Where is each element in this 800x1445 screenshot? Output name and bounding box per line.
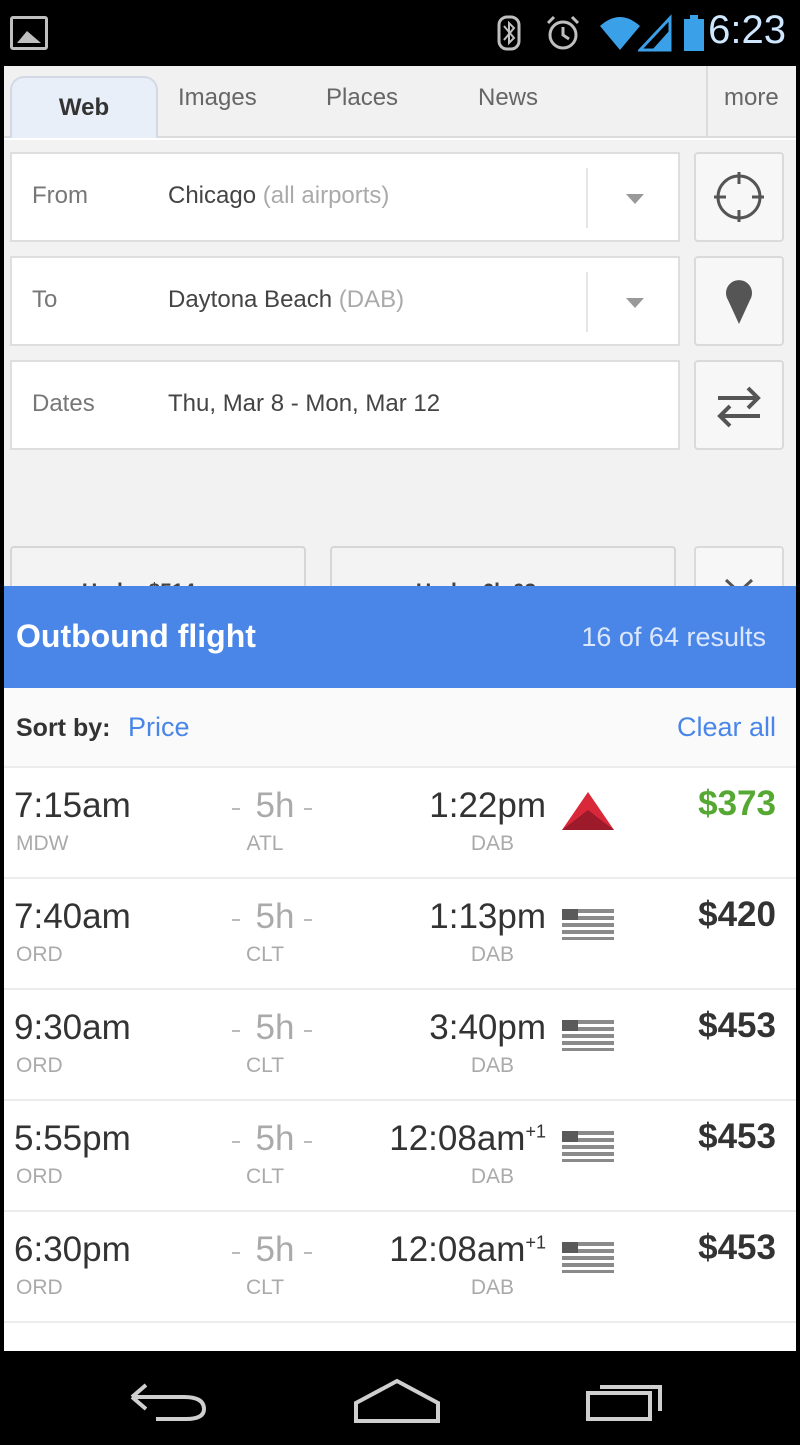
us-airways-logo-icon (562, 1020, 614, 1051)
departure-time: 9:30am (14, 1008, 131, 1047)
stopover-airport: CLT (245, 1276, 285, 1299)
departure-airport: ORD (16, 1054, 63, 1077)
arrival-airport: DAB (470, 1165, 514, 1188)
tab-news[interactable]: News (478, 84, 538, 112)
departure-time: 7:40am (14, 897, 131, 936)
us-airways-logo-icon (562, 1131, 614, 1162)
departure-time: 7:15am (14, 786, 131, 825)
sort-row: Sort by: Price Clear all (4, 688, 796, 768)
arrival-airport: DAB (470, 943, 514, 966)
price: $453 (698, 1006, 776, 1045)
outbound-header: Outbound flight 16 of 64 results (4, 586, 796, 688)
duration: 5h (230, 1119, 320, 1159)
signal-icon (638, 14, 672, 52)
duration: 5h (230, 1008, 320, 1048)
tab-more[interactable]: more (724, 84, 779, 112)
outbound-title: Outbound flight (16, 618, 256, 654)
arrival-time: 3:40pm (429, 1008, 546, 1047)
arrival-airport: DAB (470, 1054, 514, 1077)
flight-row[interactable]: 5:55pm ORD 5h CLT 12:08am+1 DAB $453 (4, 1101, 796, 1212)
departure-airport: ORD (16, 1165, 63, 1188)
dates-label: Dates (32, 390, 95, 417)
arrival-airport: DAB (470, 1276, 514, 1299)
navigation-bar (0, 1351, 800, 1445)
departure-airport: MDW (16, 832, 69, 855)
stopover-airport: CLT (245, 1054, 285, 1077)
flight-row-partial[interactable] (4, 1323, 796, 1351)
home-icon[interactable] (352, 1377, 442, 1425)
status-bar: 6:23 (0, 0, 800, 66)
notification-image-icon (10, 16, 48, 50)
bluetooth-icon (497, 15, 521, 51)
arrival-time: 12:08am+1 (389, 1119, 546, 1158)
results-count: 16 of 64 results (581, 622, 766, 652)
us-airways-logo-icon (562, 1242, 614, 1273)
status-time: 6:23 (708, 8, 786, 52)
sort-price-link[interactable]: Price (128, 712, 190, 743)
duration: 5h (230, 1230, 320, 1270)
price: $453 (698, 1117, 776, 1156)
arrival-time: 12:08am+1 (389, 1230, 546, 1269)
dates-value: Thu, Mar 8 - Mon, Mar 12 (168, 390, 441, 417)
flight-search-form: From Chicago (all airports) To Daytona B… (4, 140, 796, 660)
us-airways-logo-icon (562, 909, 614, 940)
recent-apps-icon[interactable] (584, 1379, 668, 1423)
to-label: To (32, 286, 58, 313)
alarm-icon (546, 15, 580, 50)
from-city: Chicago (168, 182, 257, 209)
crosshair-icon (714, 172, 764, 222)
tab-places[interactable]: Places (326, 84, 398, 112)
dates-field[interactable]: Dates Thu, Mar 8 - Mon, Mar 12 (10, 360, 680, 450)
to-value: Daytona Beach (DAB) (168, 286, 404, 314)
field-separator (586, 272, 588, 332)
arrival-time: 1:13pm (429, 897, 546, 936)
departure-airport: ORD (16, 943, 63, 966)
price: $373 (698, 784, 776, 823)
price: $453 (698, 1228, 776, 1267)
swap-arrows-icon (717, 386, 761, 428)
chevron-down-icon[interactable] (626, 194, 644, 204)
to-city: Daytona Beach (168, 286, 333, 313)
battery-icon (684, 15, 704, 51)
map-pin-icon (726, 280, 752, 324)
field-separator (586, 168, 588, 228)
departure-airport: ORD (16, 1276, 63, 1299)
tab-images[interactable]: Images (178, 84, 257, 112)
sort-label: Sort by: (16, 714, 111, 742)
chevron-down-icon[interactable] (626, 298, 644, 308)
current-location-button[interactable] (694, 152, 784, 242)
arrival-airport: DAB (470, 832, 514, 855)
flight-row[interactable]: 9:30am ORD 5h CLT 3:40pm DAB $453 (4, 990, 796, 1101)
delta-logo-icon (562, 792, 614, 830)
from-value: Chicago (all airports) (168, 182, 389, 210)
duration: 5h (230, 786, 320, 826)
search-tabs: Web Images Places News more (4, 66, 796, 138)
flight-row[interactable]: 7:15am MDW 5h ATL 1:22pm DAB $373 (4, 768, 796, 879)
map-button[interactable] (694, 256, 784, 346)
flight-row[interactable]: 6:30pm ORD 5h CLT 12:08am+1 DAB $453 (4, 1212, 796, 1323)
swap-button[interactable] (694, 360, 784, 450)
departure-time: 5:55pm (14, 1119, 131, 1158)
stopover-airport: ATL (246, 832, 284, 855)
clear-all-link[interactable]: Clear all (677, 712, 776, 743)
from-field[interactable]: From Chicago (all airports) (10, 152, 680, 242)
flight-row[interactable]: 7:40am ORD 5h CLT 1:13pm DAB $420 (4, 879, 796, 990)
tab-web[interactable]: Web (10, 76, 158, 138)
arrival-time: 1:22pm (429, 786, 546, 825)
duration: 5h (230, 897, 320, 937)
tab-divider (706, 66, 708, 138)
back-icon[interactable] (126, 1379, 210, 1423)
price: $420 (698, 895, 776, 934)
to-hint: (DAB) (338, 286, 405, 313)
from-label: From (32, 182, 88, 209)
wifi-icon (600, 17, 640, 50)
departure-time: 6:30pm (14, 1230, 131, 1269)
stopover-airport: CLT (245, 943, 285, 966)
to-field[interactable]: To Daytona Beach (DAB) (10, 256, 680, 346)
flight-search-app: Web Images Places News more From Chicago… (4, 66, 796, 1351)
from-hint: (all airports) (262, 182, 390, 209)
stopover-airport: CLT (245, 1165, 285, 1188)
